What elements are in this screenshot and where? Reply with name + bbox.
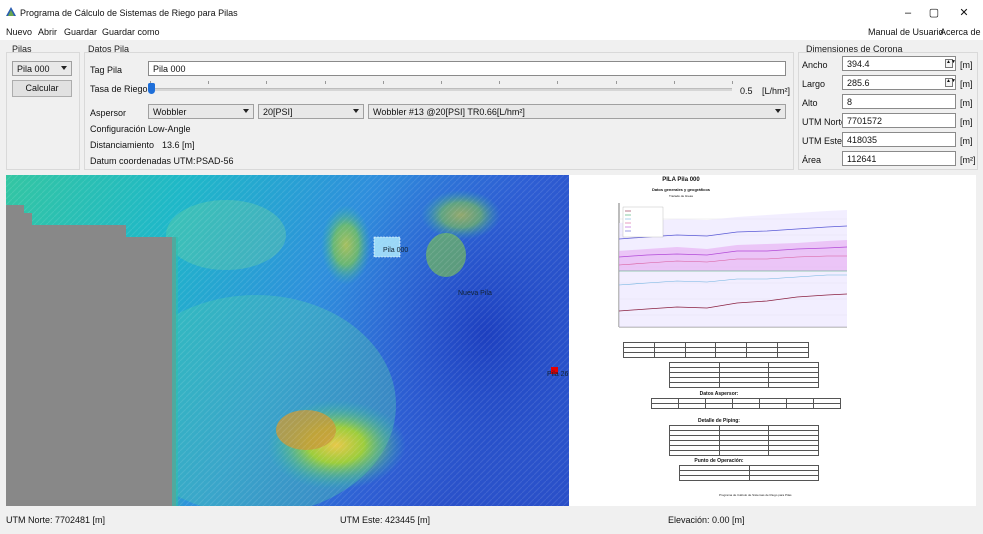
tasa-riego-label: Tasa de Riego [90, 84, 148, 94]
calcular-button[interactable]: Calcular [12, 80, 72, 97]
corona-input-value: 8 [847, 97, 853, 107]
corona-label-3: UTM Norte [802, 117, 847, 127]
report-line-chart [618, 203, 848, 328]
terrain-map[interactable]: Pila 000 Nueva Pila Pila 26 [6, 175, 569, 506]
corona-input-value: 112641 [847, 154, 877, 164]
pila-selector-value: Pila 000 [17, 64, 50, 74]
status-elevacion: Elevación: 0.00 [m] [668, 515, 745, 525]
report-table-vertices [669, 362, 819, 388]
corona-unit-5: [m²] [960, 155, 976, 165]
slider-tick [499, 81, 501, 84]
pila-selector[interactable]: Pila 000 [12, 61, 72, 76]
corona-input-value: 418035 [847, 135, 878, 145]
map-label-pila-26[interactable]: Pila 26 [547, 371, 568, 378]
configuracion-label: Configuración [90, 124, 146, 134]
slider-tick [615, 81, 617, 84]
close-button[interactable]: ✕ [948, 4, 980, 22]
corona-input-0[interactable]: 394.4 ▲▼ [842, 56, 956, 71]
corona-unit-3: [m] [960, 117, 973, 127]
corona-input-value: 7701572 [847, 116, 883, 126]
corona-input-1[interactable]: 285.6 ▲▼ [842, 75, 956, 90]
report-table-general [623, 342, 809, 358]
slider-tick [266, 81, 268, 84]
terrain-map-canvas [6, 175, 569, 506]
menu-bar: Nuevo Abrir Guardar Guardar como Manual … [0, 24, 983, 40]
tasa-riego-unit: [L/hm²] [762, 86, 791, 96]
aspersor-model-value: Wobbler [153, 107, 187, 117]
corona-label-0: Ancho [802, 60, 828, 70]
chevron-down-icon [775, 109, 781, 113]
menu-abrir[interactable]: Abrir [38, 27, 57, 37]
map-label-pila-000[interactable]: Pila 000 [383, 247, 408, 254]
report-section-piping: Detalle de Piping: [698, 418, 740, 424]
menu-manual[interactable]: Manual de Usuario [868, 27, 944, 37]
spinner-icon[interactable]: ▲▼ [945, 78, 955, 87]
report-subtitle: Datos generales y geográficos [651, 187, 711, 192]
slider-tick [324, 81, 326, 84]
tasa-riego-slider-thumb[interactable] [148, 83, 155, 94]
report-section-operacion: Punto de Operación: [694, 458, 744, 464]
corona-input-5[interactable]: 112641 [842, 151, 956, 166]
aspersor-pressure-value: 20[PSI] [263, 107, 293, 117]
menu-guardar[interactable]: Guardar [64, 27, 97, 37]
tasa-riego-value: 0.5 [740, 86, 753, 96]
report-table-operacion [679, 465, 819, 481]
status-bar: UTM Norte: 7702481 [m] UTM Este: 423445 … [0, 506, 983, 534]
menu-guardar-como[interactable]: Guardar como [102, 27, 160, 37]
report-preview: PILA Pila 000 Datos generales y geográfi… [569, 175, 976, 506]
tag-pila-input[interactable]: Pila 000 [148, 61, 786, 76]
distanciamiento-value: 13.6 [m] [162, 140, 195, 150]
corona-unit-0: [m] [960, 60, 973, 70]
report-footer: Programa de Cálculo de Sistemas de Riego… [719, 493, 792, 497]
tasa-riego-slider-track[interactable] [150, 88, 732, 91]
report-chart-title: Trazado de líneas [669, 194, 693, 198]
datum-label: Datum coordenadas UTM: [90, 156, 196, 166]
spinner-icon[interactable]: ▲▼ [945, 59, 955, 68]
corona-unit-4: [m] [960, 136, 973, 146]
corona-unit-2: [m] [960, 98, 973, 108]
corona-input-value: 394.4 [847, 59, 870, 69]
report-section-aspersor: Datos Aspersor: [699, 391, 739, 397]
corona-input-2[interactable]: 8 [842, 94, 956, 109]
slider-tick [208, 81, 210, 84]
corona-label-5: Área [802, 155, 822, 165]
restore-button[interactable]: ▢ [918, 4, 950, 22]
app-icon [6, 7, 16, 16]
slider-tick [557, 81, 559, 84]
corona-input-3[interactable]: 7701572 [842, 113, 956, 128]
title-bar: Programa de Cálculo de Sistemas de Riego… [0, 0, 983, 24]
map-label-nueva-pila[interactable]: Nueva Pila [458, 290, 492, 297]
status-utm-este: UTM Este: 423445 [m] [340, 515, 431, 525]
tag-pila-label: Tag Pila [90, 65, 123, 75]
configuracion-value: Low-Angle [148, 124, 191, 134]
distanciamiento-label: Distanciamiento [90, 140, 155, 150]
aspersor-model-select[interactable]: Wobbler [148, 104, 254, 119]
aspersor-spec-value: Wobbler #13 @20[PSI] TR0.66[L/hm²] [373, 107, 525, 117]
aspersor-pressure-select[interactable]: 20[PSI] [258, 104, 364, 119]
slider-tick [382, 81, 384, 84]
status-utm-norte: UTM Norte: 7702481 [m] [6, 515, 106, 525]
report-table-piping [669, 425, 819, 456]
corona-unit-1: [m] [960, 79, 973, 89]
aspersor-label: Aspersor [90, 108, 127, 118]
corona-input-4[interactable]: 418035 [842, 132, 956, 147]
report-table-aspersor [651, 398, 841, 409]
corona-label-2: Alto [802, 98, 818, 108]
window-title: Programa de Cálculo de Sistemas de Riego… [20, 8, 238, 18]
corona-label-1: Largo [802, 79, 826, 89]
menu-acerca[interactable]: Acerca de [940, 27, 981, 37]
slider-tick [732, 81, 733, 84]
chevron-down-icon [61, 66, 67, 70]
aspersor-spec-select[interactable]: Wobbler #13 @20[PSI] TR0.66[L/hm²] [368, 104, 786, 119]
menu-nuevo[interactable]: Nuevo [6, 27, 32, 37]
report-title: PILA Pila 000 [662, 177, 700, 183]
corona-input-value: 285.6 [847, 78, 870, 88]
corona-label-4: UTM Este [802, 136, 843, 146]
slider-tick [441, 81, 442, 84]
datum-value: PSAD-56 [196, 156, 234, 166]
chevron-down-icon [353, 109, 359, 113]
slider-tick [673, 81, 675, 84]
chevron-down-icon [243, 109, 249, 113]
